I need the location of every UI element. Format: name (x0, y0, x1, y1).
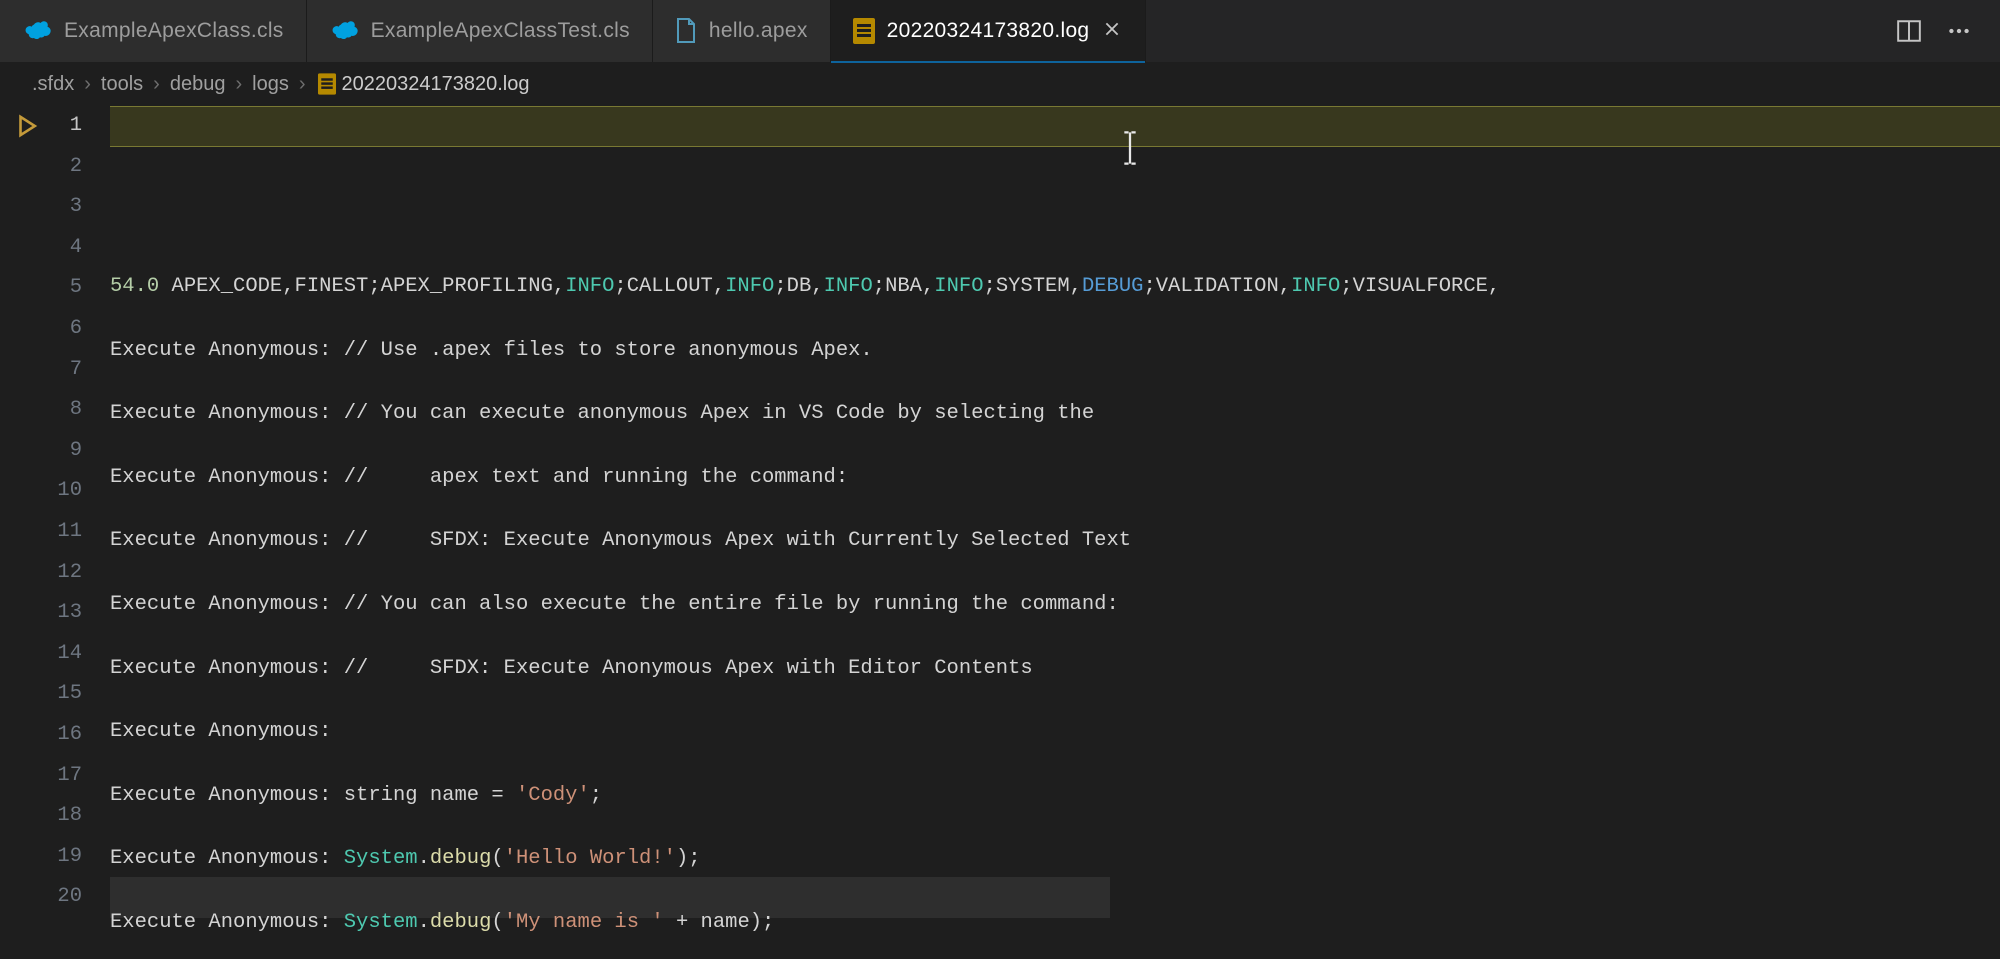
tab-example-apex-class[interactable]: ExampleApexClass.cls (0, 0, 307, 62)
tab-actions (1868, 0, 2000, 62)
chevron-right-icon: › (299, 73, 306, 96)
salesforce-icon (22, 20, 52, 42)
code-line: Execute Anonymous: // SFDX: Execute Anon… (110, 649, 2000, 690)
breadcrumb-segment[interactable]: logs (252, 73, 289, 96)
line-number: 5 (0, 268, 82, 309)
line-highlight (110, 106, 2000, 147)
line-number: 7 (0, 350, 82, 391)
code-line: Execute Anonymous: string name = 'Cody'; (110, 776, 2000, 817)
line-number: 12 (0, 553, 82, 594)
tab-log-file[interactable]: 20220324173820.log (831, 0, 1147, 62)
line-number: 1 (0, 106, 82, 147)
code-line: 54.0 APEX_CODE,FINEST;APEX_PROFILING,INF… (110, 267, 2000, 308)
breadcrumb-segment[interactable]: tools (101, 73, 143, 96)
code-area[interactable]: 54.0 APEX_CODE,FINEST;APEX_PROFILING,INF… (110, 106, 2000, 959)
line-number: 10 (0, 471, 82, 512)
line-number: 9 (0, 431, 82, 472)
line-number: 19 (0, 837, 82, 878)
line-number: 20 (0, 877, 82, 918)
debug-start-icon[interactable] (14, 106, 40, 153)
line-number: 3 (0, 187, 82, 228)
code-line: Execute Anonymous: // You can also execu… (110, 585, 2000, 626)
line-number-gutter: 1 2 3 4 5 6 7 8 9 10 11 12 13 14 15 16 1… (0, 106, 110, 959)
editor[interactable]: 1 2 3 4 5 6 7 8 9 10 11 12 13 14 15 16 1… (0, 106, 2000, 959)
line-number: 4 (0, 228, 82, 269)
line-number: 13 (0, 593, 82, 634)
tab-label: 20220324173820.log (887, 19, 1090, 43)
chevron-right-icon: › (235, 73, 242, 96)
breadcrumb-segment[interactable]: .sfdx (32, 73, 74, 96)
line-number: 15 (0, 674, 82, 715)
more-actions-icon[interactable] (1946, 18, 1972, 44)
log-icon (317, 73, 335, 94)
line-number: 16 (0, 715, 82, 756)
tab-hello-apex[interactable]: hello.apex (653, 0, 831, 62)
line-number: 8 (0, 390, 82, 431)
tab-bar: ExampleApexClass.cls ExampleApexClassTes… (0, 0, 2000, 62)
line-number: 18 (0, 796, 82, 837)
code-line: Execute Anonymous: // You can execute an… (110, 394, 2000, 435)
log-icon (853, 18, 875, 44)
code-line: Execute Anonymous: // SFDX: Execute Anon… (110, 521, 2000, 562)
code-line: Execute Anonymous: System.debug('Hello W… (110, 839, 2000, 880)
line-number: 14 (0, 634, 82, 675)
line-number: 6 (0, 309, 82, 350)
line-number: 11 (0, 512, 82, 553)
line-number: 2 (0, 147, 82, 188)
tab-label: ExampleApexClassTest.cls (371, 19, 630, 43)
breadcrumb-file[interactable]: 20220324173820.log (342, 73, 530, 96)
file-icon (675, 18, 697, 44)
line-number: 17 (0, 756, 82, 797)
code-line: Execute Anonymous: (110, 712, 2000, 753)
tab-label: ExampleApexClass.cls (64, 19, 284, 43)
code-line: Execute Anonymous: System.debug('My name… (110, 903, 2000, 944)
chevron-right-icon: › (153, 73, 160, 96)
chevron-right-icon: › (84, 73, 91, 96)
breadcrumb-segment[interactable]: debug (170, 73, 226, 96)
split-editor-icon[interactable] (1896, 18, 1922, 44)
salesforce-icon (329, 20, 359, 42)
tab-example-apex-class-test[interactable]: ExampleApexClassTest.cls (307, 0, 653, 62)
code-line: Execute Anonymous: // apex text and runn… (110, 458, 2000, 499)
breadcrumb[interactable]: .sfdx › tools › debug › logs › 202203241… (0, 62, 2000, 106)
close-icon[interactable] (1101, 20, 1123, 42)
code-line: Execute Anonymous: // Use .apex files to… (110, 331, 2000, 372)
tab-label: hello.apex (709, 19, 808, 43)
